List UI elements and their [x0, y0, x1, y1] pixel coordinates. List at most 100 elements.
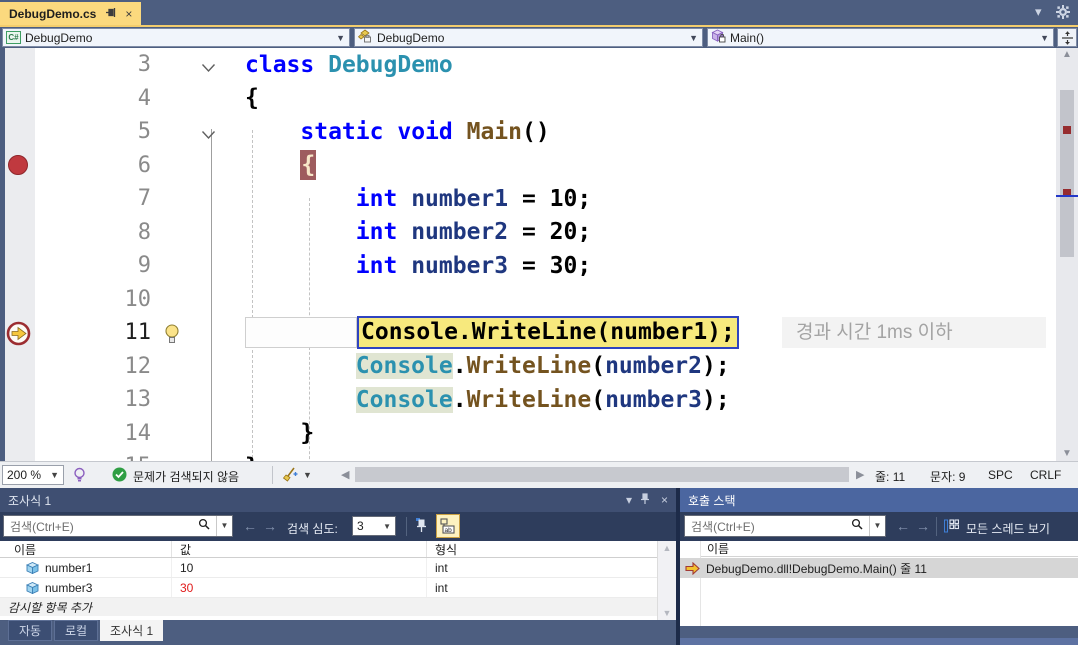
- code-line-12[interactable]: 12 Console.WriteLine(number2);: [0, 350, 1056, 384]
- glyph-cell[interactable]: [0, 82, 35, 116]
- call-stack-title-bar[interactable]: 호출 스택: [680, 488, 1078, 512]
- code-text[interactable]: Console.WriteLine(number2);: [245, 353, 1056, 379]
- member-dropdown[interactable]: Main() ▼: [707, 28, 1054, 47]
- glyph-cell[interactable]: [0, 283, 35, 317]
- glyph-cell[interactable]: [0, 450, 35, 461]
- scroll-down-arrow-icon[interactable]: ▼: [1056, 447, 1078, 461]
- breakpoint-icon[interactable]: [8, 155, 28, 175]
- code-line-14[interactable]: 14 }: [0, 417, 1056, 451]
- debug-tab-조사식-1[interactable]: 조사식 1: [100, 620, 163, 641]
- code-text[interactable]: {: [245, 85, 1056, 111]
- column-header-type[interactable]: 형식: [427, 541, 676, 557]
- code-editor[interactable]: 3class DebugDemo4{5 static void Main()6 …: [0, 48, 1056, 461]
- watch-search-input[interactable]: 검색(Ctrl+E) ▼: [3, 515, 233, 537]
- chevron-down-icon[interactable]: ▼: [303, 470, 312, 480]
- suggestion-icon[interactable]: [72, 467, 87, 486]
- code-line-7[interactable]: 7 int number1 = 10;: [0, 182, 1056, 216]
- document-tab[interactable]: DebugDemo.cs ×: [0, 2, 141, 25]
- code-text[interactable]: static void Main(): [245, 119, 1056, 145]
- search-icon[interactable]: [192, 517, 216, 535]
- type-dropdown[interactable]: DebugDemo ▼: [354, 28, 703, 47]
- scrollbar-thumb[interactable]: [1060, 90, 1074, 257]
- glyph-cell[interactable]: [0, 417, 35, 451]
- back-arrow-icon[interactable]: ←: [243, 518, 257, 534]
- code-text[interactable]: class DebugDemo: [245, 52, 1056, 78]
- debug-tab-로컬[interactable]: 로컬: [54, 620, 98, 641]
- pin-all-icon[interactable]: [414, 517, 428, 538]
- chevron-down-icon[interactable]: ▼: [216, 516, 232, 536]
- code-line-8[interactable]: 8 int number2 = 20;: [0, 216, 1056, 250]
- editor-vertical-scrollbar[interactable]: ▲ ▼: [1056, 48, 1078, 461]
- glyph-cell[interactable]: [0, 48, 35, 82]
- watch-table-header[interactable]: 이름값형식: [0, 541, 676, 558]
- watch-row[interactable]: number110int: [0, 558, 676, 578]
- code-text[interactable]: int number3 = 30;: [245, 253, 1056, 279]
- glyph-cell[interactable]: [0, 316, 35, 350]
- glyph-cell[interactable]: [0, 383, 35, 417]
- zoom-dropdown[interactable]: 200 % ▼: [2, 465, 64, 485]
- fold-chevron-icon[interactable]: [201, 60, 216, 78]
- fold-chevron-icon[interactable]: [201, 127, 216, 145]
- watch-row[interactable]: number330int: [0, 578, 676, 598]
- code-line-4[interactable]: 4{: [0, 82, 1056, 116]
- glyph-cell[interactable]: [0, 149, 35, 183]
- code-line-3[interactable]: 3class DebugDemo: [0, 48, 1056, 82]
- column-header-name[interactable]: 이름: [0, 541, 172, 557]
- watch-scrollbar[interactable]: ▲ ▼: [657, 541, 676, 620]
- code-cleanup-icon[interactable]: [282, 467, 299, 486]
- glyph-cell[interactable]: [0, 216, 35, 250]
- search-icon[interactable]: [845, 517, 869, 535]
- project-dropdown[interactable]: C# DebugDemo ▼: [2, 28, 350, 47]
- column-header-value[interactable]: 값: [172, 541, 427, 557]
- pin-icon[interactable]: [105, 7, 116, 21]
- code-text[interactable]: int number1 = 10;: [245, 186, 1056, 212]
- chevron-down-icon[interactable]: ▼: [869, 516, 885, 536]
- scroll-up-arrow-icon[interactable]: ▲: [1056, 48, 1078, 62]
- code-line-6[interactable]: 6 {: [0, 149, 1056, 183]
- code-text[interactable]: int number2 = 20;: [245, 219, 1056, 245]
- horizontal-scrollbar-thumb[interactable]: [355, 467, 849, 482]
- variable-value[interactable]: 10: [180, 561, 193, 575]
- debug-tab-자동[interactable]: 자동: [8, 620, 52, 641]
- forward-arrow-icon[interactable]: →: [916, 518, 930, 534]
- lightbulb-icon[interactable]: [163, 323, 181, 350]
- call-stack-search-input[interactable]: 검색(Ctrl+E) ▼: [684, 515, 886, 537]
- code-text[interactable]: {: [245, 152, 1056, 178]
- chevron-down-icon[interactable]: ▾: [1035, 5, 1042, 18]
- scroll-down-arrow-icon[interactable]: ▼: [658, 608, 676, 618]
- glyph-cell[interactable]: [0, 249, 35, 283]
- perf-tip[interactable]: 경과 시간 1ms 이하: [782, 317, 1046, 348]
- scroll-left-arrow-icon[interactable]: ◀: [341, 468, 349, 481]
- code-line-9[interactable]: 9 int number3 = 30;: [0, 249, 1056, 283]
- pin-icon[interactable]: [640, 493, 650, 508]
- glyph-cell[interactable]: [0, 182, 35, 216]
- variable-value[interactable]: 30: [180, 581, 193, 595]
- close-icon[interactable]: ×: [661, 493, 668, 507]
- health-check-icon[interactable]: [112, 467, 127, 485]
- watch-title-bar[interactable]: 조사식 1 ▾ ×: [0, 488, 676, 512]
- search-depth-select[interactable]: 3 ▼: [352, 516, 396, 536]
- code-line-15[interactable]: 15}: [0, 450, 1056, 461]
- scroll-right-arrow-icon[interactable]: ▶: [856, 468, 864, 481]
- code-text[interactable]: }: [245, 454, 1056, 461]
- code-line-10[interactable]: 10: [0, 283, 1056, 317]
- scroll-up-arrow-icon[interactable]: ▲: [658, 543, 676, 553]
- code-line-5[interactable]: 5 static void Main(): [0, 115, 1056, 149]
- close-icon[interactable]: ×: [125, 7, 132, 21]
- call-stack-header[interactable]: 이름: [701, 541, 1078, 557]
- gear-icon[interactable]: [1056, 5, 1070, 21]
- current-statement-icon[interactable]: [6, 321, 31, 351]
- all-threads-label[interactable]: 모든 스레드 보기: [966, 520, 1050, 537]
- glyph-cell[interactable]: [0, 350, 35, 384]
- glyph-cell[interactable]: [0, 115, 35, 149]
- watch-add-row[interactable]: 감시할 항목 추가: [0, 598, 676, 616]
- back-arrow-icon[interactable]: ←: [896, 518, 910, 534]
- code-line-11[interactable]: 11Console.WriteLine(number1);경과 시간 1ms 이…: [0, 316, 1056, 350]
- show-text-toggle[interactable]: ab: [436, 514, 460, 538]
- window-position-icon[interactable]: ▾: [626, 493, 632, 507]
- all-threads-icon[interactable]: [944, 519, 959, 538]
- call-stack-frame[interactable]: DebugDemo.dll!DebugDemo.Main() 줄 11: [680, 558, 1078, 578]
- split-editor-button[interactable]: [1057, 28, 1077, 47]
- code-text[interactable]: }: [245, 420, 1056, 446]
- code-text[interactable]: Console.WriteLine(number3);: [245, 387, 1056, 413]
